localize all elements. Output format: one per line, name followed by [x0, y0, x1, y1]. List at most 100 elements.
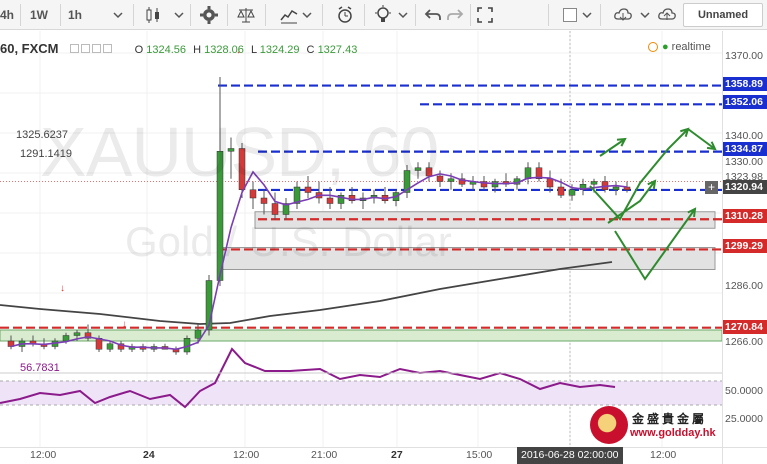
toolbar-divider [548, 4, 549, 26]
time-tick: 21:00 [311, 449, 338, 461]
candle-body [194, 329, 202, 339]
close-key: C [306, 44, 315, 56]
gear-icon[interactable] [198, 3, 220, 27]
chevron-down-icon[interactable] [110, 3, 126, 27]
open-value: 1324.56 [146, 44, 187, 56]
toolbar-divider [190, 4, 191, 26]
fullscreen-icon[interactable] [474, 3, 496, 27]
high-value: 1328.06 [204, 44, 244, 56]
toolbar-divider [265, 4, 266, 26]
candle-body [524, 167, 532, 179]
candle-body [557, 186, 565, 196]
toolbar-divider [227, 4, 228, 26]
realtime-label: realtime [671, 41, 711, 53]
realtime-indicator: ● realtime [648, 41, 711, 53]
interval-4h-button[interactable]: 4h [0, 3, 14, 27]
candle-body [73, 332, 81, 336]
time-tick: 24 [143, 449, 155, 461]
watermark-symbol: XAUUSD, 60 [40, 113, 439, 191]
price-label-blue: 1352.06 [723, 95, 767, 109]
price-label-red: 1299.29 [723, 239, 767, 253]
ma-value-1: 1325.6237 [16, 129, 68, 141]
low-key: L [250, 44, 257, 56]
candle-body [326, 197, 334, 204]
candle-body [546, 178, 554, 188]
price-tick: 1330.00 [725, 156, 763, 168]
symbol-label: 60, FXCM [0, 41, 59, 56]
close-value: 1327.43 [317, 44, 358, 56]
toolbar-divider [133, 4, 134, 26]
price-label-blue: 1358.89 [723, 77, 767, 91]
indicators-icon[interactable] [278, 3, 300, 27]
series-legend: 60, FXCM O 1324.56 H 1328.06 L 1324.29 C… [0, 41, 357, 56]
legend-controls[interactable] [69, 44, 114, 56]
time-tick: 12:00 [233, 449, 260, 461]
redo-icon[interactable] [444, 3, 466, 27]
price-label-red: 1270.84 [723, 320, 767, 334]
status-dot-icon: ● [662, 41, 669, 53]
low-value: 1324.29 [259, 44, 300, 56]
interval-1h-button[interactable]: 1h [64, 3, 86, 27]
cloud-upload-icon[interactable] [654, 3, 680, 27]
chevron-down-icon[interactable] [580, 3, 594, 27]
time-tick: 27 [391, 449, 403, 461]
layout-profile-button[interactable]: Unnamed [683, 3, 763, 27]
compare-scales-icon[interactable] [235, 3, 257, 27]
chevron-down-icon[interactable] [172, 3, 186, 27]
rsi-band [0, 381, 722, 405]
toolbar-divider [600, 4, 601, 26]
logo-chinese-name: 金盛貴金屬 [632, 412, 708, 426]
time-tick: 12:00 [650, 449, 677, 461]
projection-arrow [589, 128, 689, 221]
interval-1w-button[interactable]: 1W [26, 3, 52, 27]
toolbar: 4h 1W 1h Unnamed [0, 0, 767, 30]
price-label-blue: 1334.87 [723, 142, 767, 156]
open-key: O [134, 44, 144, 56]
logo-url: www.goldday.hk [630, 427, 716, 439]
price-label-red: 1310.28 [723, 209, 767, 223]
price-tick: 1286.00 [725, 280, 763, 292]
alert-clock-icon[interactable] [334, 3, 356, 27]
rsi-value: 56.7831 [20, 362, 60, 374]
projection-arrow [599, 138, 626, 157]
candle-body [106, 343, 114, 350]
clock-icon [648, 42, 658, 52]
watermark-description: Gold / U.S. Dollar [125, 218, 452, 265]
candle-body [62, 335, 70, 342]
ma-value-2: 1291.1419 [20, 148, 72, 160]
candle-body [568, 189, 576, 196]
toolbar-divider [60, 4, 61, 26]
chevron-down-icon[interactable] [300, 3, 314, 27]
time-tick: 15:00 [466, 449, 493, 461]
signal-arrow-icon: ↓ [60, 283, 65, 294]
price-tick: 1370.00 [725, 50, 763, 62]
chevron-down-icon[interactable] [638, 3, 652, 27]
undo-icon[interactable] [422, 3, 444, 27]
crosshair-date-label: 2016-06-28 02:00:00 [517, 447, 623, 464]
price-label-current: 1320.94 [723, 180, 767, 194]
toolbar-divider [470, 4, 471, 26]
lightbulb-icon[interactable] [372, 3, 394, 27]
candle-body [590, 181, 598, 185]
price-tick: 1340.00 [725, 130, 763, 142]
candle-body [271, 203, 279, 215]
projection-arrow [687, 128, 716, 150]
price-tick: 1266.00 [725, 336, 763, 348]
cloud-download-icon[interactable] [610, 3, 636, 27]
plus-icon[interactable]: + [705, 181, 718, 194]
toolbar-divider [364, 4, 365, 26]
candle-body [447, 178, 455, 182]
axis-corner [722, 447, 767, 464]
logo-emblem-icon [590, 406, 628, 444]
rsi-tick: 25.0000 [725, 413, 763, 425]
support-zone [0, 329, 722, 342]
color-swatch-icon[interactable] [561, 3, 579, 27]
candles-icon[interactable] [142, 3, 164, 27]
candle-body [612, 186, 620, 190]
toolbar-divider [322, 4, 323, 26]
candle-body [260, 197, 268, 204]
signal-arrow-icon: ↓ [122, 319, 127, 330]
goldday-logo: 金盛貴金屬 www.goldday.hk [582, 404, 722, 448]
rsi-tick: 50.0000 [725, 385, 763, 397]
chevron-down-icon[interactable] [396, 3, 410, 27]
